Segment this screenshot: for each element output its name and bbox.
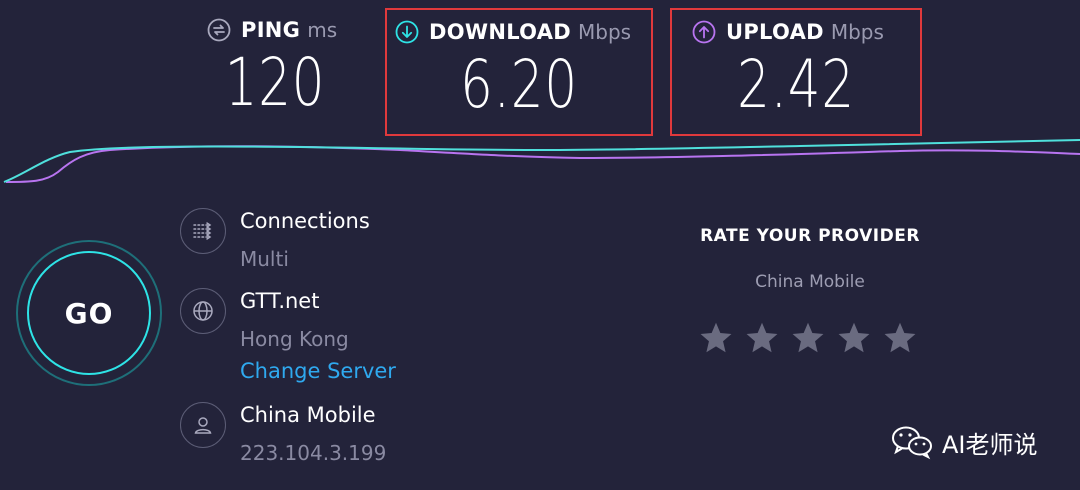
isp-name: China Mobile xyxy=(240,403,376,427)
ping-header: PING ms xyxy=(207,18,337,42)
download-arrow-icon xyxy=(395,20,419,44)
upload-speed-line xyxy=(5,145,1080,183)
isp-ip: 223.104.3.199 xyxy=(240,441,387,465)
rating-stars xyxy=(698,320,918,356)
globe-icon xyxy=(180,288,226,334)
star-icon[interactable] xyxy=(744,320,780,356)
go-button-label[interactable]: GO xyxy=(27,251,151,375)
download-label: DOWNLOAD xyxy=(429,20,572,44)
connections-title: Connections xyxy=(240,209,370,233)
ping-value: 120 xyxy=(224,44,326,121)
user-icon xyxy=(180,402,226,448)
star-icon[interactable] xyxy=(698,320,734,356)
download-header: DOWNLOAD Mbps xyxy=(395,20,631,44)
upload-arrow-icon xyxy=(692,20,716,44)
go-button[interactable]: GO xyxy=(16,240,162,386)
upload-header: UPLOAD Mbps xyxy=(692,20,884,44)
rate-provider-name: China Mobile xyxy=(755,272,865,292)
server-name: GTT.net xyxy=(240,289,320,313)
connections-icon xyxy=(180,208,226,254)
upload-value: 2.42 xyxy=(737,46,855,123)
download-value: 6.20 xyxy=(460,46,578,123)
star-icon[interactable] xyxy=(836,320,872,356)
ping-unit: ms xyxy=(307,18,338,42)
speed-graph xyxy=(3,139,1080,183)
star-icon[interactable] xyxy=(790,320,826,356)
watermark-text: AI老师说 xyxy=(942,430,1038,459)
connections-value[interactable]: Multi xyxy=(240,247,289,271)
star-icon[interactable] xyxy=(882,320,918,356)
download-unit: Mbps xyxy=(578,20,632,44)
ping-label: PING xyxy=(241,18,301,42)
rate-provider-title: RATE YOUR PROVIDER xyxy=(700,226,920,246)
wechat-icon xyxy=(892,426,932,460)
watermark: AI老师说 xyxy=(890,424,1038,460)
ping-metric: PING ms 120 xyxy=(200,8,350,136)
download-speed-line xyxy=(3,139,1080,183)
ping-icon xyxy=(207,18,231,42)
upload-label: UPLOAD xyxy=(726,20,824,44)
change-server-link[interactable]: Change Server xyxy=(240,359,396,383)
download-metric: DOWNLOAD Mbps 6.20 xyxy=(385,8,653,136)
upload-metric: UPLOAD Mbps 2.42 xyxy=(670,8,922,136)
upload-unit: Mbps xyxy=(830,20,884,44)
server-location: Hong Kong xyxy=(240,327,349,351)
